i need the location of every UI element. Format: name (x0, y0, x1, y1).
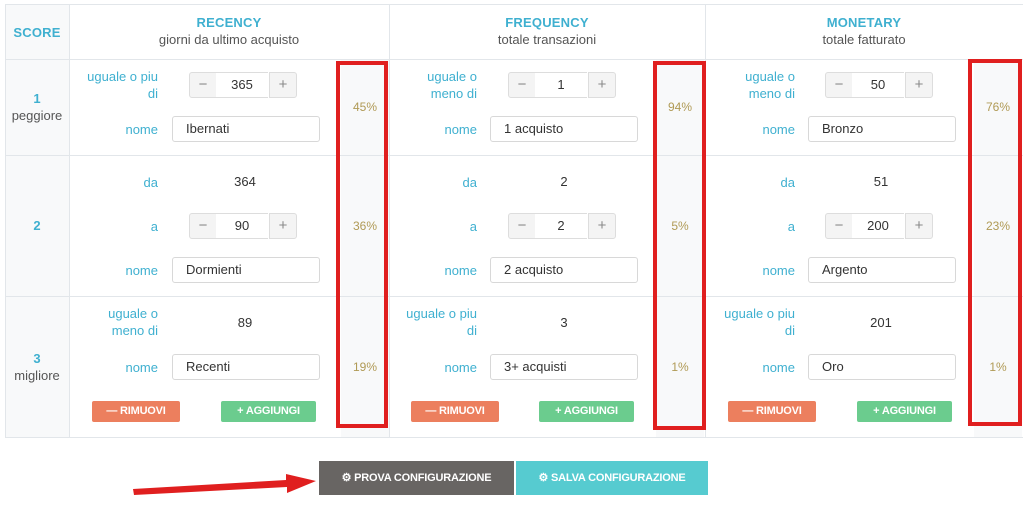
minus-icon: — (106, 405, 120, 417)
test-configuration-button[interactable]: ⚙ PROVA CONFIGURAZIONE (319, 461, 514, 495)
monetary-percent-highlight (968, 59, 1022, 426)
frequency-r3-condition: uguale o piu di (406, 306, 477, 338)
minus-icon: — (425, 405, 439, 417)
frequency-r2-value[interactable]: 2 (535, 213, 587, 239)
decrement-button[interactable]: − (508, 72, 536, 98)
monetary-r1-stepper[interactable]: − 50 + (825, 72, 933, 98)
recency-r1-name-input[interactable]: Ibernati (172, 116, 320, 142)
decrement-button[interactable]: − (508, 213, 536, 239)
recency-r2-to-label: a (150, 219, 158, 234)
frequency-add-button[interactable]: + AGGIUNGI (539, 401, 634, 422)
frequency-r1-condition: uguale o meno di (427, 69, 477, 101)
recency-header: RECENCY giorni da ultimo acquisto (69, 4, 389, 59)
increment-button[interactable]: + (905, 213, 933, 239)
recency-r1-stepper[interactable]: − 365 + (189, 72, 297, 98)
frequency-subtitle: totale transazioni (497, 32, 597, 47)
frequency-r3-name-input[interactable]: 3+ acquisti (490, 354, 638, 380)
annotation-arrow (133, 474, 316, 495)
monetary-r2-value[interactable]: 200 (852, 213, 904, 239)
decrement-button[interactable]: − (189, 213, 217, 239)
frequency-r1-name-input[interactable]: 1 acquisto (490, 116, 638, 142)
monetary-r3-name-label: nome (762, 360, 795, 375)
recency-r3-name-label: nome (125, 360, 158, 375)
frequency-r3-name-label: nome (444, 360, 477, 375)
monetary-r1-name-input[interactable]: Bronzo (808, 116, 956, 142)
monetary-r2-name-label: nome (762, 263, 795, 278)
recency-r1-name-label: nome (125, 122, 158, 137)
recency-r2-value[interactable]: 90 (216, 213, 268, 239)
monetary-r3-value: 201 (870, 315, 892, 330)
frequency-r2-from-label: da (462, 175, 477, 190)
monetary-r1-value[interactable]: 50 (852, 72, 904, 98)
score-header: SCORE (13, 25, 61, 40)
rfm-config-table: SCORE RECENCY giorni da ultimo acquisto … (5, 4, 1023, 438)
frequency-r1-stepper[interactable]: − 1 + (508, 72, 616, 98)
recency-r2-from-value: 364 (234, 174, 256, 189)
frequency-percent-highlight (653, 61, 706, 430)
recency-r2-from-label: da (143, 175, 158, 190)
plus-icon: + (873, 405, 882, 417)
frequency-r2-stepper[interactable]: − 2 + (508, 213, 616, 239)
monetary-header: MONETARY totale fatturato (705, 4, 1023, 59)
gear-icon: ⚙ (538, 472, 551, 484)
frequency-r2-name-label: nome (444, 263, 477, 278)
decrement-button[interactable]: − (825, 213, 853, 239)
increment-button[interactable]: + (588, 72, 616, 98)
monetary-remove-button[interactable]: — RIMUOVI (728, 401, 816, 422)
score-2: 2 (33, 218, 41, 233)
increment-button[interactable]: + (269, 72, 297, 98)
monetary-r2-stepper[interactable]: − 200 + (825, 213, 933, 239)
frequency-r1-value[interactable]: 1 (535, 72, 587, 98)
monetary-subtitle: totale fatturato (822, 32, 906, 47)
recency-r2-stepper[interactable]: − 90 + (189, 213, 297, 239)
monetary-title: MONETARY (826, 15, 902, 30)
save-configuration-button[interactable]: ⚙ SALVA CONFIGURAZIONE (516, 461, 708, 495)
recency-remove-button[interactable]: — RIMUOVI (92, 401, 180, 422)
frequency-r2-to-label: a (469, 219, 477, 234)
increment-button[interactable]: + (269, 213, 297, 239)
increment-button[interactable]: + (905, 72, 933, 98)
monetary-r2-name-input[interactable]: Argento (808, 257, 956, 283)
recency-percent-highlight (336, 61, 388, 428)
frequency-r2-name-input[interactable]: 2 acquisto (490, 257, 638, 283)
monetary-r3-condition: uguale o piu di (724, 306, 795, 338)
recency-r3-name-input[interactable]: Recenti (172, 354, 320, 380)
plus-icon: + (555, 405, 564, 417)
score-1: 1 peggiore (11, 91, 63, 123)
frequency-header: FREQUENCY totale transazioni (389, 4, 705, 59)
monetary-r2-to-label: a (787, 219, 795, 234)
recency-r3-value: 89 (237, 315, 253, 330)
increment-button[interactable]: + (588, 213, 616, 239)
decrement-button[interactable]: − (825, 72, 853, 98)
monetary-r2-from-value: 51 (873, 174, 889, 189)
monetary-r2-from-label: da (780, 175, 795, 190)
recency-r2-name-label: nome (125, 263, 158, 278)
recency-r1-value[interactable]: 365 (216, 72, 268, 98)
minus-icon: — (742, 405, 756, 417)
score-3: 3 migliore (14, 351, 60, 383)
monetary-add-button[interactable]: + AGGIUNGI (857, 401, 952, 422)
recency-r3-condition: uguale o meno di (108, 306, 158, 338)
monetary-r1-condition: uguale o meno di (745, 69, 795, 101)
gear-icon: ⚙ (341, 472, 355, 484)
recency-r1-condition: uguale o piu di (87, 69, 158, 101)
decrement-button[interactable]: − (189, 72, 217, 98)
frequency-title: FREQUENCY (505, 15, 589, 30)
recency-r2-name-input[interactable]: Dormienti (172, 257, 320, 283)
monetary-r3-name-input[interactable]: Oro (808, 354, 956, 380)
recency-subtitle: giorni da ultimo acquisto (158, 32, 300, 47)
frequency-r2-from-value: 2 (560, 174, 568, 189)
recency-add-button[interactable]: + AGGIUNGI (221, 401, 316, 422)
frequency-remove-button[interactable]: — RIMUOVI (411, 401, 499, 422)
plus-icon: + (237, 405, 246, 417)
frequency-r1-name-label: nome (444, 122, 477, 137)
recency-title: RECENCY (196, 15, 262, 30)
frequency-r3-value: 3 (560, 315, 568, 330)
monetary-r1-name-label: nome (762, 122, 795, 137)
